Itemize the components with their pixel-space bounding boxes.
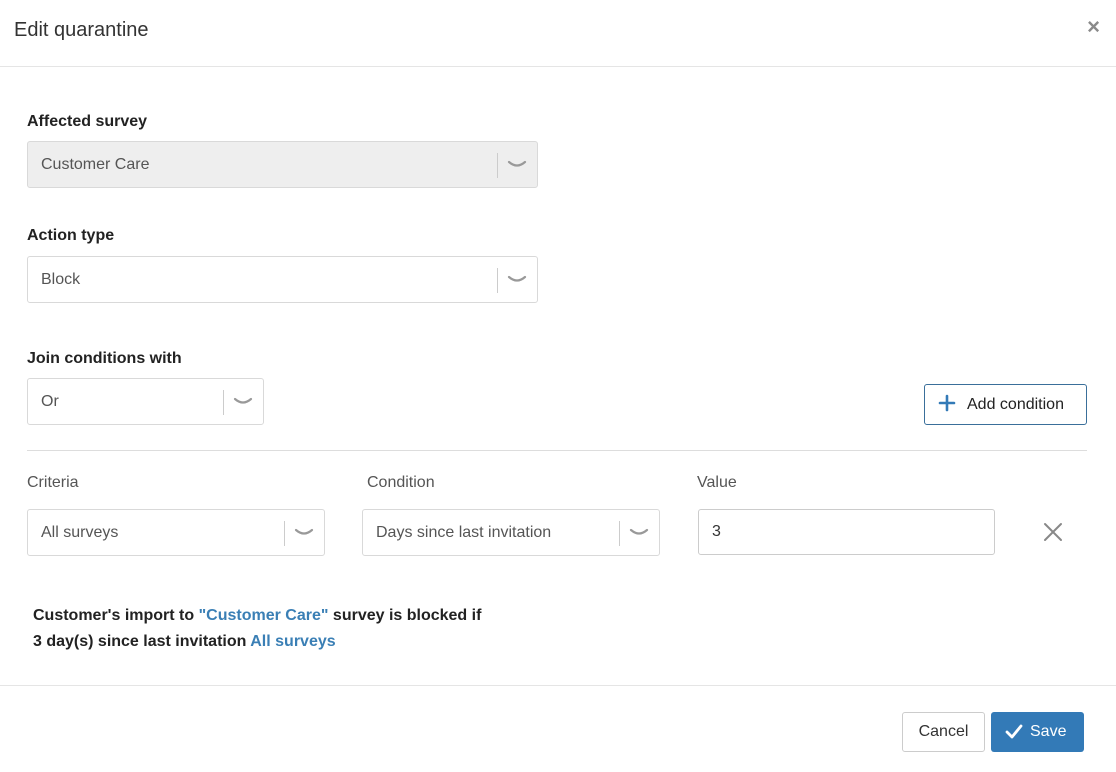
summary-text: Customer's import to [33, 607, 199, 624]
close-icon[interactable]: × [1087, 16, 1100, 38]
condition-header: Condition [367, 474, 435, 491]
dialog-footer: Cancel Save [0, 685, 1116, 772]
select-separator [497, 153, 498, 178]
chevron-down-icon [294, 528, 314, 535]
criteria-header: Criteria [27, 474, 79, 491]
add-condition-button[interactable]: Add condition [924, 384, 1087, 425]
summary-survey-name: "Customer Care" [198, 607, 329, 624]
affected-survey-label: Affected survey [27, 113, 148, 130]
join-conditions-select[interactable]: Or [27, 378, 264, 425]
chevron-down-icon [233, 397, 253, 404]
remove-condition-icon[interactable] [1042, 521, 1064, 543]
value-header: Value [697, 474, 737, 491]
section-divider [27, 450, 1087, 451]
summary-text: survey is blocked if [328, 607, 482, 624]
save-label: Save [1030, 723, 1067, 740]
plus-icon [938, 394, 956, 412]
condition-select[interactable]: Days since last invitation [362, 509, 660, 556]
join-conditions-value: Or [41, 393, 59, 410]
select-separator [619, 521, 620, 546]
criteria-value: All surveys [41, 524, 119, 541]
criteria-select[interactable]: All surveys [27, 509, 325, 556]
chevron-down-icon [507, 275, 527, 282]
dialog-header: Edit quarantine × [0, 0, 1116, 67]
chevron-down-icon [507, 160, 527, 167]
cancel-button[interactable]: Cancel [902, 712, 985, 752]
action-type-value: Block [41, 271, 81, 288]
summary-text: 3 day(s) since last invitation [33, 633, 251, 650]
chevron-down-icon [629, 528, 649, 535]
summary-line-1: Customer's import to "Customer Care" sur… [33, 603, 481, 629]
summary-line-2: 3 day(s) since last invitation All surve… [33, 629, 481, 655]
select-separator [497, 268, 498, 293]
check-icon [1005, 724, 1023, 739]
action-type-select[interactable]: Block [27, 256, 538, 303]
action-type-label: Action type [27, 227, 115, 244]
quarantine-summary: Customer's import to "Customer Care" sur… [33, 603, 481, 655]
edit-quarantine-dialog: Edit quarantine × Affected survey Custom… [0, 0, 1116, 772]
affected-survey-select[interactable]: Customer Care [27, 141, 538, 188]
add-condition-label: Add condition [967, 396, 1064, 413]
save-button[interactable]: Save [991, 712, 1084, 752]
dialog-title: Edit quarantine [14, 19, 149, 41]
affected-survey-value: Customer Care [41, 156, 150, 173]
value-input[interactable] [698, 509, 995, 555]
join-conditions-label: Join conditions with [27, 350, 182, 367]
select-separator [284, 521, 285, 546]
select-separator [223, 390, 224, 415]
condition-value: Days since last invitation [376, 524, 552, 541]
summary-criteria: All surveys [250, 633, 336, 650]
